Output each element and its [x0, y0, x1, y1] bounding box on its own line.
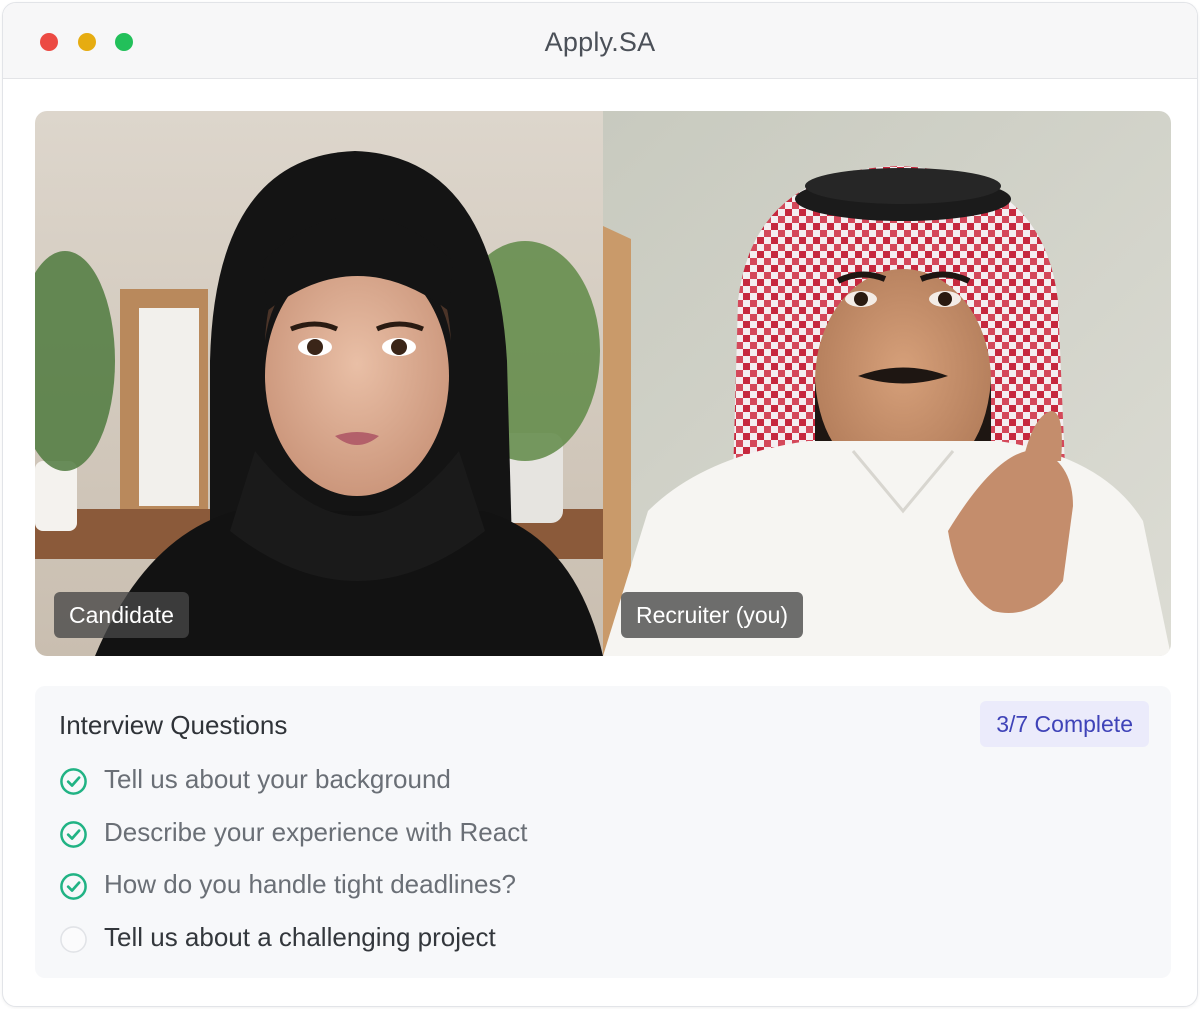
question-list: Tell us about your background Describe y… [59, 762, 1149, 972]
check-circle-icon [59, 767, 88, 796]
window-title: Apply.SA [544, 27, 656, 57]
check-circle-icon [59, 820, 88, 849]
question-item[interactable]: Tell us about a challenging project [59, 920, 1149, 973]
panel-title: Interview Questions [59, 710, 288, 740]
video-call-area: Candidate Recruiter (you) [35, 111, 1171, 656]
candidate-video-tile[interactable]: Candidate [35, 111, 603, 656]
recruiter-label: Recruiter (you) [621, 592, 804, 638]
question-text: Describe your experience with React [104, 816, 528, 847]
candidate-video-feed [35, 111, 603, 656]
app-window: Apply.SA Candidate Recruiter (you) Inter… [2, 2, 1198, 1007]
recruiter-video-tile[interactable]: Recruiter (you) [603, 111, 1171, 656]
question-item[interactable]: Describe your experience with React [59, 815, 1149, 868]
empty-circle-icon [59, 925, 88, 954]
interview-questions-panel: Interview Questions 3/7 Complete Tell us… [35, 686, 1171, 978]
recruiter-video-feed [603, 111, 1171, 656]
question-item[interactable]: How do you handle tight deadlines? [59, 867, 1149, 920]
question-text: Tell us about your background [104, 764, 451, 794]
check-circle-icon [59, 872, 88, 901]
title-bar: Apply.SA [3, 3, 1197, 79]
question-text: Tell us about a challenging project [104, 921, 496, 952]
question-text: How do you handle tight deadlines? [104, 869, 516, 899]
candidate-label: Candidate [54, 592, 189, 638]
progress-badge: 3/7 Complete [980, 701, 1149, 747]
question-item[interactable]: Tell us about your background [59, 762, 1149, 815]
